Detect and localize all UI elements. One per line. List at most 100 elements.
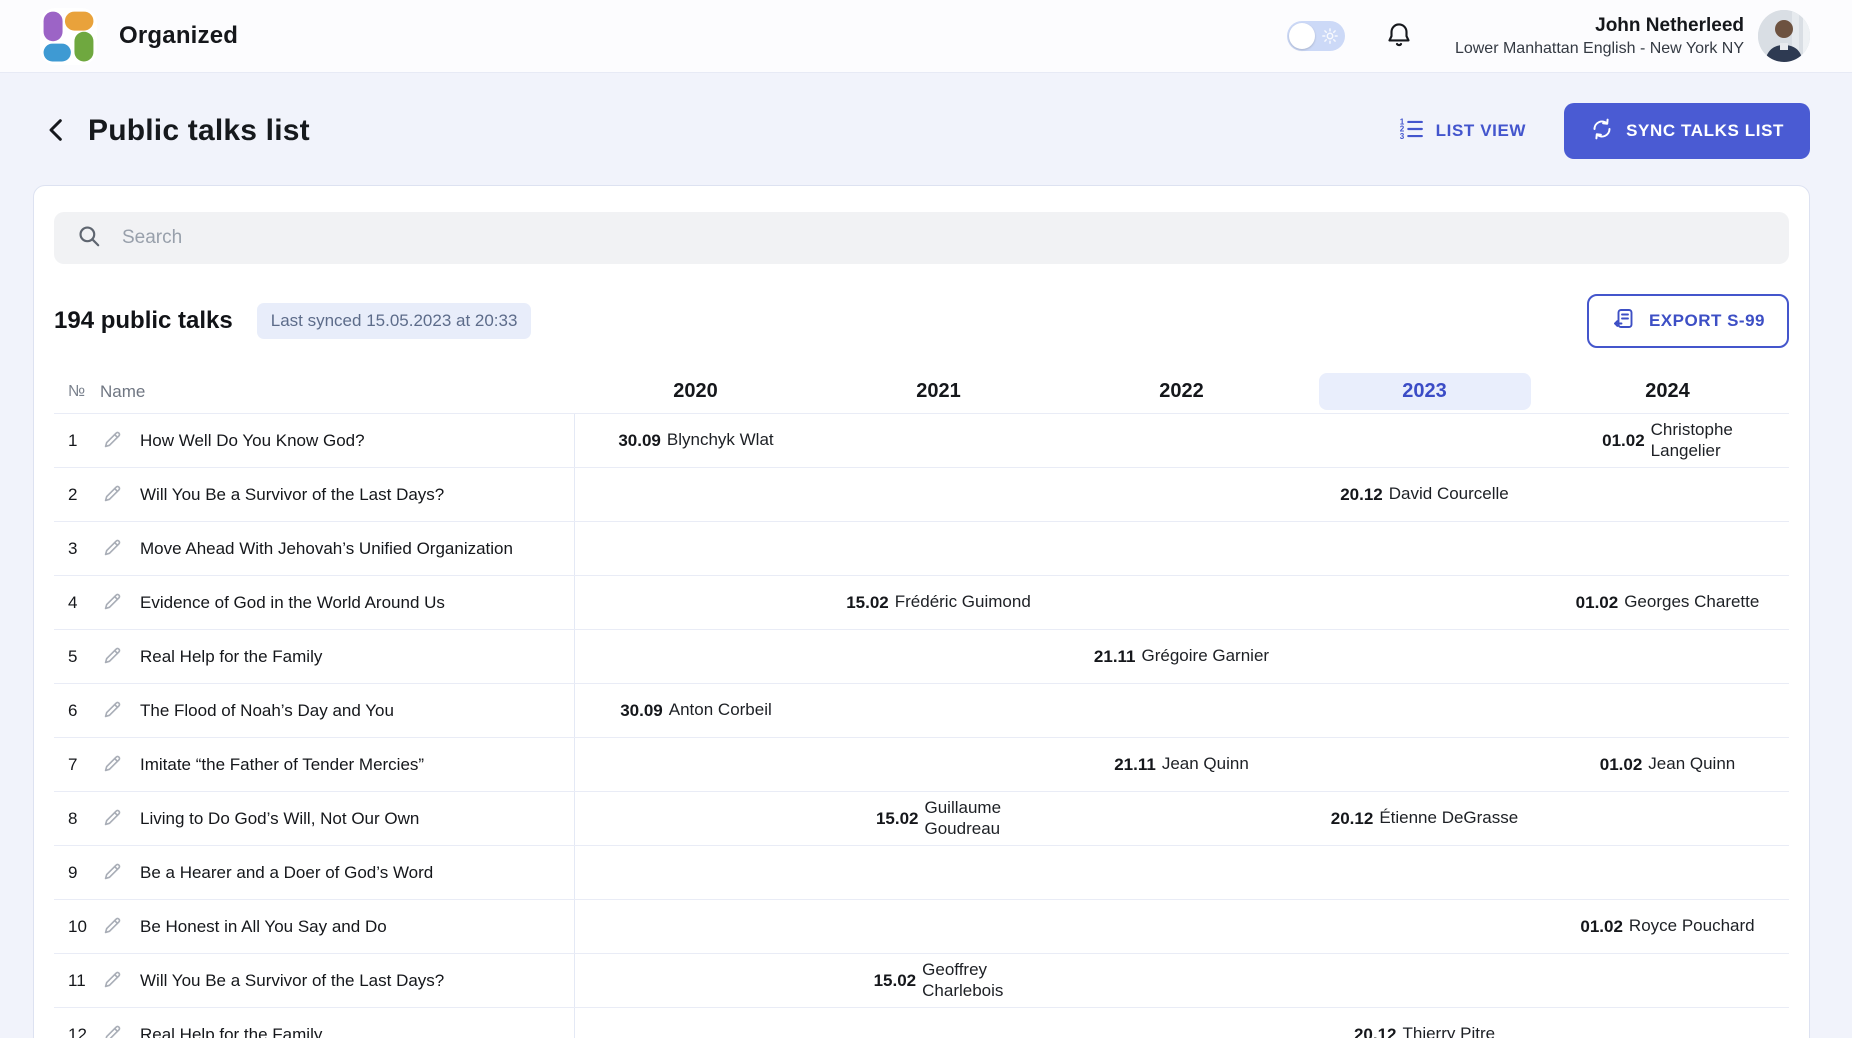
page-actions: 1 2 3 LIST VIEW SYNC TALKS LIST bbox=[1398, 103, 1810, 159]
talk-slot-2021[interactable]: 15.02Frédéric Guimond bbox=[817, 576, 1060, 629]
talk-slot-2024[interactable] bbox=[1546, 684, 1789, 737]
talk-slot-2020[interactable] bbox=[574, 846, 817, 899]
app-title: Organized bbox=[119, 22, 238, 50]
talk-slot-2024[interactable] bbox=[1546, 954, 1789, 1007]
talk-slot-2023[interactable]: 20.12Étienne DeGrasse bbox=[1303, 792, 1546, 845]
talk-slot-2022[interactable] bbox=[1060, 414, 1303, 467]
edit-talk-button[interactable] bbox=[100, 483, 124, 507]
talk-slot-2020[interactable]: 30.09Blynchyk Wlat bbox=[574, 414, 817, 467]
talk-slot-2020[interactable] bbox=[574, 522, 817, 575]
talk-slot-2020[interactable] bbox=[574, 954, 817, 1007]
talk-slot-2024[interactable] bbox=[1546, 522, 1789, 575]
talk-slot-2024[interactable]: 01.02Jean Quinn bbox=[1546, 738, 1789, 791]
talk-slot-2023[interactable] bbox=[1303, 954, 1546, 1007]
talk-slot-2020[interactable] bbox=[574, 630, 817, 683]
talk-slot-2023[interactable] bbox=[1303, 414, 1546, 467]
avatar[interactable] bbox=[1758, 10, 1810, 62]
talk-slot-2023[interactable] bbox=[1303, 576, 1546, 629]
talk-slot-2022[interactable] bbox=[1060, 468, 1303, 521]
talk-slot-2022[interactable] bbox=[1060, 684, 1303, 737]
theme-toggle[interactable] bbox=[1287, 21, 1345, 51]
talk-slot-2021[interactable] bbox=[817, 468, 1060, 521]
year-header-2024[interactable]: 2024 bbox=[1546, 373, 1789, 410]
talk-slot-2020[interactable] bbox=[574, 1008, 817, 1038]
table-header: № Name 20202021202220232024 bbox=[54, 370, 1789, 414]
list-view-button[interactable]: 1 2 3 LIST VIEW bbox=[1398, 116, 1526, 147]
talk-slot-2020[interactable] bbox=[574, 576, 817, 629]
export-button[interactable]: EXPORT S-99 bbox=[1587, 294, 1789, 348]
search-box[interactable] bbox=[54, 212, 1789, 264]
year-header-2021[interactable]: 2021 bbox=[817, 373, 1060, 410]
edit-talk-button[interactable] bbox=[100, 861, 124, 885]
talk-slot-2020[interactable] bbox=[574, 468, 817, 521]
talk-slot-2020[interactable] bbox=[574, 738, 817, 791]
talk-slot-2021[interactable] bbox=[817, 900, 1060, 953]
talk-slot-2021[interactable] bbox=[817, 684, 1060, 737]
talk-slot-2024[interactable] bbox=[1546, 792, 1789, 845]
row-number: 5 bbox=[54, 647, 100, 667]
pencil-icon bbox=[101, 709, 123, 724]
talk-slot-2022[interactable]: 21.11Jean Quinn bbox=[1060, 738, 1303, 791]
talk-slot-2021[interactable]: 15.02Guillaume Goudreau bbox=[817, 792, 1060, 845]
edit-talk-button[interactable] bbox=[100, 537, 124, 561]
edit-talk-button[interactable] bbox=[100, 753, 124, 777]
notifications-button[interactable] bbox=[1383, 19, 1415, 53]
page-title: Public talks list bbox=[88, 114, 310, 148]
talk-slot-2022[interactable]: 21.11Grégoire Garnier bbox=[1060, 630, 1303, 683]
edit-talk-button[interactable] bbox=[100, 699, 124, 723]
year-label: 2024 bbox=[1562, 373, 1774, 410]
talk-slot-2021[interactable] bbox=[817, 522, 1060, 575]
sync-talks-label: SYNC TALKS LIST bbox=[1626, 121, 1784, 141]
year-header-2020[interactable]: 2020 bbox=[574, 373, 817, 410]
talk-slot-2021[interactable] bbox=[817, 414, 1060, 467]
talk-slot-2022[interactable] bbox=[1060, 954, 1303, 1007]
talk-slot-2021[interactable]: 15.02Geoffrey Charlebois bbox=[817, 954, 1060, 1007]
year-label: 2020 bbox=[590, 373, 802, 410]
talk-slot-2024[interactable]: 01.02Christophe Langelier bbox=[1546, 414, 1789, 467]
talk-slot-2022[interactable] bbox=[1060, 792, 1303, 845]
talk-slot-2020[interactable] bbox=[574, 900, 817, 953]
edit-talk-button[interactable] bbox=[100, 1023, 124, 1038]
talk-slot-2021[interactable] bbox=[817, 846, 1060, 899]
talk-slot-2024[interactable] bbox=[1546, 630, 1789, 683]
edit-talk-button[interactable] bbox=[100, 591, 124, 615]
talk-slot-2022[interactable] bbox=[1060, 846, 1303, 899]
talk-slot-2022[interactable] bbox=[1060, 900, 1303, 953]
talk-slot-2023[interactable] bbox=[1303, 630, 1546, 683]
edit-talk-button[interactable] bbox=[100, 915, 124, 939]
talk-slot-2023[interactable] bbox=[1303, 738, 1546, 791]
talk-slot-2024[interactable] bbox=[1546, 846, 1789, 899]
talk-slot-2020[interactable] bbox=[574, 792, 817, 845]
talk-slot-2024[interactable]: 01.02Royce Pouchard bbox=[1546, 900, 1789, 953]
talk-date: 21.11 bbox=[1094, 647, 1136, 667]
table-row: 9 Be a Hearer and a Doer of God’s Word bbox=[54, 846, 1789, 900]
talk-slot-2023[interactable] bbox=[1303, 900, 1546, 953]
table-body: 1 How Well Do You Know God?30.09Blynchyk… bbox=[54, 414, 1789, 1038]
talk-slot-2021[interactable] bbox=[817, 738, 1060, 791]
talk-slot-2023[interactable]: 20.12Thierry Pitre bbox=[1303, 1008, 1546, 1038]
talk-slot-2023[interactable] bbox=[1303, 846, 1546, 899]
edit-talk-button[interactable] bbox=[100, 429, 124, 453]
edit-talk-button[interactable] bbox=[100, 969, 124, 993]
talk-slot-2023[interactable] bbox=[1303, 684, 1546, 737]
talk-slot-2022[interactable] bbox=[1060, 576, 1303, 629]
talk-slot-2023[interactable] bbox=[1303, 522, 1546, 575]
talk-slot-2024[interactable] bbox=[1546, 1008, 1789, 1038]
talk-slot-2024[interactable]: 01.02Georges Charette bbox=[1546, 576, 1789, 629]
talk-slot-2022[interactable] bbox=[1060, 1008, 1303, 1038]
talk-slot-2021[interactable] bbox=[817, 630, 1060, 683]
talk-slot-2020[interactable]: 30.09Anton Corbeil bbox=[574, 684, 817, 737]
talk-slot-2024[interactable] bbox=[1546, 468, 1789, 521]
year-header-2022[interactable]: 2022 bbox=[1060, 373, 1303, 410]
talk-date: 20.12 bbox=[1354, 1025, 1397, 1038]
talk-slot-2023[interactable]: 20.12David Courcelle bbox=[1303, 468, 1546, 521]
user-meta: John Netherleed Lower Manhattan English … bbox=[1455, 15, 1744, 58]
talk-slot-2022[interactable] bbox=[1060, 522, 1303, 575]
year-header-2023[interactable]: 2023 bbox=[1303, 373, 1546, 410]
search-input[interactable] bbox=[122, 227, 1767, 249]
talk-slot-2021[interactable] bbox=[817, 1008, 1060, 1038]
edit-talk-button[interactable] bbox=[100, 645, 124, 669]
back-button[interactable] bbox=[40, 114, 74, 148]
edit-talk-button[interactable] bbox=[100, 807, 124, 831]
sync-talks-button[interactable]: SYNC TALKS LIST bbox=[1564, 103, 1810, 159]
